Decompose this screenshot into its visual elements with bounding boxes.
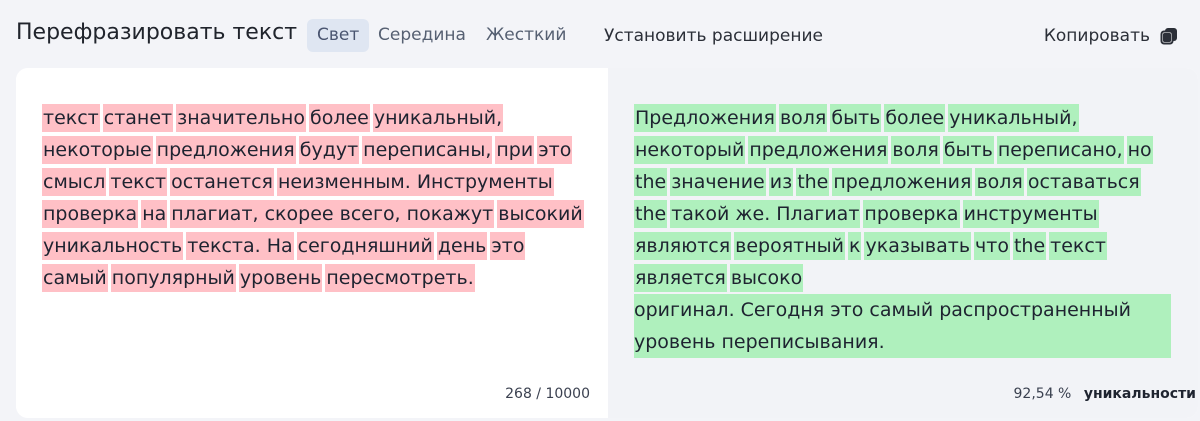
input-line: текст станет значительно более уникальный, [42,102,587,134]
page-title: Перефразировать текст [16,20,298,45]
output-panel: Предложения воля быть более уникальный, некот… [608,68,1198,418]
output-word: инструменты [962,200,1099,228]
output-word: Предложения [634,104,776,132]
output-word: значение [670,168,766,196]
output-word: оставаться [1026,168,1141,196]
input-word: популярный [110,264,236,292]
output-word: переписано, [996,136,1124,164]
char-counter: 268 / 10000 [505,386,590,402]
output-word: воля [891,136,940,164]
output-line: the такой же. Плагиат проверка инструменты [634,198,1179,230]
install-extension-link[interactable]: Установить расширение [604,26,823,46]
input-word: это [537,136,573,164]
output-line: оригинал. Сегодня это самый распростране… [634,294,1171,326]
input-panel[interactable]: текст станет значительно более уникальный, не… [16,68,608,418]
copy-icon [1160,27,1178,45]
input-word: текста. На [186,232,294,260]
output-word: из [768,168,794,196]
output-line: являются вероятный к указывать что the текст [634,230,1179,262]
output-word: предложения [832,168,973,196]
output-word: высоко [729,264,804,292]
output-line: Предложения воля быть более уникальный, [634,102,1179,134]
output-word: что [974,232,1010,260]
output-word: the [1012,232,1047,260]
mode-tab-hard[interactable]: Жесткий [476,19,576,52]
input-word: неизменным. Инструменты [276,168,554,196]
input-word: самый [42,264,108,292]
uniqueness-value: 92,54 % [1013,386,1072,402]
input-word: смысл [42,168,107,196]
output-word: быть [942,136,994,164]
input-word: высокий [497,200,584,228]
output-word: проверка [863,200,960,228]
output-word: the [634,200,668,228]
output-word: к [847,232,862,260]
output-line: уровень переписывания. [634,326,1171,358]
input-word: будут [298,136,360,164]
input-word: более [308,104,370,132]
mode-tab-light[interactable]: Свет [307,19,370,52]
copy-button[interactable]: Копировать [1044,24,1178,48]
input-word: при [495,136,535,164]
output-word: более [884,104,946,132]
input-word: уникальный, [372,104,504,132]
output-word: некоторый [634,136,746,164]
output-line: является высоко [634,262,1179,294]
input-word: предложения [155,136,296,164]
input-word: текст [109,168,168,196]
input-word: уровень [238,264,323,292]
input-word: пересмотреть. [325,264,475,292]
input-line: самый популярный уровень пересмотреть. [42,262,587,294]
input-word: останется [170,168,274,196]
copy-label: Копировать [1043,26,1150,46]
toolbar: Перефразировать текст Свет Середина Жест… [0,0,1200,68]
input-word: текст [42,104,100,132]
input-word: это [490,232,526,260]
output-word: воля [778,104,828,132]
input-word: станет [102,104,174,132]
input-line: проверка на плагиат, скорее всего, покажут… [42,198,587,230]
output-word: быть [830,104,882,132]
input-word: значительно [176,104,306,132]
input-word: некоторые [42,136,153,164]
input-line: некоторые предложения будут переписаны, при э… [42,134,587,166]
output-word: уникальный, [948,104,1079,132]
output-word: указывать [864,232,972,260]
output-word: the [634,168,668,196]
output-line: некоторый предложения воля быть переписано, н… [634,134,1179,166]
output-word: являются [634,232,732,260]
output-word: но [1126,136,1153,164]
input-word: сегодняшний [296,232,434,260]
uniqueness-readout: 92,54 % уникальности [1014,386,1196,402]
input-word: день [436,232,488,260]
input-word: на [141,200,168,228]
output-word: вероятный [734,232,845,260]
input-word: проверка [42,200,139,228]
output-word: является [634,264,727,292]
output-text: Предложения воля быть более уникальный, некот… [634,102,1179,358]
input-word: переписаны, [362,136,493,164]
input-text[interactable]: текст станет значительно более уникальный, не… [42,102,587,294]
output-word: предложения [748,136,889,164]
input-word: уникальность [42,232,184,260]
output-word: текст [1049,232,1107,260]
output-line: the значение из the предложения воля оставатьс… [634,166,1179,198]
mode-tab-medium[interactable]: Середина [368,19,476,52]
output-word: воля [975,168,1024,196]
input-line: смысл текст останется неизменным. Инструмен… [42,166,587,198]
output-word: the [796,168,830,196]
output-word: такой же. Плагиат [670,200,861,228]
uniqueness-label: уникальности [1083,386,1196,402]
input-line: уникальность текста. На сегодняшний день это [42,230,587,262]
input-word: плагиат, скорее всего, покажут [170,200,495,228]
editor-panels: текст станет значительно более уникальный, не… [16,68,1198,418]
